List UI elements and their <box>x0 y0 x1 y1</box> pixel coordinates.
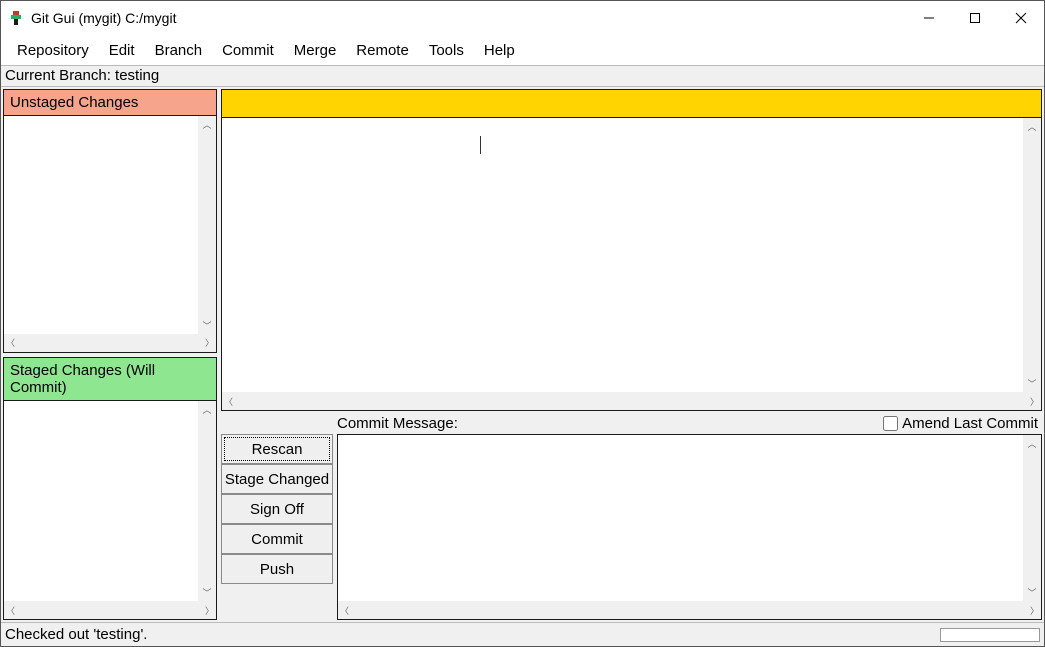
menu-commit[interactable]: Commit <box>212 38 284 63</box>
title-bar: Git Gui (mygit) C:/mygit <box>1 1 1044 35</box>
unstaged-header: Unstaged Changes <box>4 90 216 116</box>
commit-message-input[interactable] <box>338 435 1023 601</box>
chevron-up-icon: ︿ <box>202 116 211 133</box>
diff-pane: ︿ ﹀ 〈 〉 <box>221 89 1042 411</box>
chevron-right-icon: 〉 <box>205 336 214 349</box>
text-caret <box>480 136 481 154</box>
commit-bar: Commit Message: Amend Last Commit <box>221 415 1042 434</box>
menu-help[interactable]: Help <box>474 38 525 63</box>
commit-msg-horizontal-scrollbar[interactable]: 〈 〉 <box>338 601 1041 619</box>
staged-panel: Staged Changes (Will Commit) ︿ ﹀ 〈 〉 <box>3 357 217 621</box>
chevron-right-icon: 〉 <box>1030 395 1039 408</box>
chevron-up-icon: ︿ <box>1027 118 1036 135</box>
status-text: Checked out 'testing'. <box>5 626 147 643</box>
menu-bar: Repository Edit Branch Commit Merge Remo… <box>1 35 1044 65</box>
status-well <box>940 628 1040 642</box>
stage-changed-button[interactable]: Stage Changed <box>221 464 333 494</box>
unstaged-list[interactable] <box>4 116 198 334</box>
amend-label: Amend Last Commit <box>902 415 1038 432</box>
minimize-button[interactable] <box>906 1 952 35</box>
unstaged-vertical-scrollbar[interactable]: ︿ ﹀ <box>198 116 216 334</box>
chevron-up-icon: ︿ <box>202 401 211 418</box>
diff-vertical-scrollbar[interactable]: ︿ ﹀ <box>1023 118 1041 392</box>
chevron-left-icon: 〈 <box>340 604 349 617</box>
chevron-left-icon: 〈 <box>6 604 15 617</box>
unstaged-horizontal-scrollbar[interactable]: 〈 〉 <box>4 334 216 352</box>
diff-header <box>222 90 1041 118</box>
right-column: ︿ ﹀ 〈 〉 Commit Message: Amend Last Commi… <box>219 87 1044 622</box>
chevron-down-icon: ﹀ <box>202 584 211 601</box>
app-icon <box>7 9 25 27</box>
commit-message-box: ︿ ﹀ 〈 〉 <box>337 434 1042 620</box>
menu-edit[interactable]: Edit <box>99 38 145 63</box>
diff-content[interactable] <box>222 118 1023 392</box>
staged-horizontal-scrollbar[interactable]: 〈 〉 <box>4 601 216 619</box>
chevron-right-icon: 〉 <box>1030 604 1039 617</box>
staged-vertical-scrollbar[interactable]: ︿ ﹀ <box>198 401 216 602</box>
chevron-right-icon: 〉 <box>205 604 214 617</box>
chevron-down-icon: ﹀ <box>202 317 211 334</box>
chevron-down-icon: ﹀ <box>1027 375 1036 392</box>
commit-message-label: Commit Message: <box>337 415 458 432</box>
maximize-button[interactable] <box>952 1 998 35</box>
status-bar: Checked out 'testing'. <box>1 622 1044 646</box>
chevron-left-icon: 〈 <box>224 395 233 408</box>
chevron-up-icon: ︿ <box>1027 435 1036 452</box>
left-column: Unstaged Changes ︿ ﹀ 〈 〉 Staged Changes … <box>1 87 219 622</box>
amend-last-commit[interactable]: Amend Last Commit <box>883 415 1038 432</box>
window-title: Git Gui (mygit) C:/mygit <box>31 10 176 26</box>
amend-checkbox[interactable] <box>883 416 898 431</box>
menu-branch[interactable]: Branch <box>145 38 213 63</box>
menu-tools[interactable]: Tools <box>419 38 474 63</box>
commit-button-column: Rescan Stage Changed Sign Off Commit Pus… <box>221 434 333 620</box>
commit-msg-vertical-scrollbar[interactable]: ︿ ﹀ <box>1023 435 1041 601</box>
menu-repository[interactable]: Repository <box>7 38 99 63</box>
menu-remote[interactable]: Remote <box>346 38 419 63</box>
staged-list[interactable] <box>4 401 198 602</box>
unstaged-panel: Unstaged Changes ︿ ﹀ 〈 〉 <box>3 89 217 353</box>
staged-header: Staged Changes (Will Commit) <box>4 358 216 401</box>
rescan-button[interactable]: Rescan <box>221 434 333 464</box>
menu-merge[interactable]: Merge <box>284 38 347 63</box>
main-area: Unstaged Changes ︿ ﹀ 〈 〉 Staged Changes … <box>1 87 1044 622</box>
chevron-left-icon: 〈 <box>6 336 15 349</box>
diff-horizontal-scrollbar[interactable]: 〈 〉 <box>222 392 1041 410</box>
current-branch-label: Current Branch: testing <box>1 65 1044 87</box>
commit-area: Commit Message: Amend Last Commit Rescan… <box>221 415 1042 620</box>
chevron-down-icon: ﹀ <box>1027 584 1036 601</box>
close-button[interactable] <box>998 1 1044 35</box>
push-button[interactable]: Push <box>221 554 333 584</box>
commit-button[interactable]: Commit <box>221 524 333 554</box>
sign-off-button[interactable]: Sign Off <box>221 494 333 524</box>
